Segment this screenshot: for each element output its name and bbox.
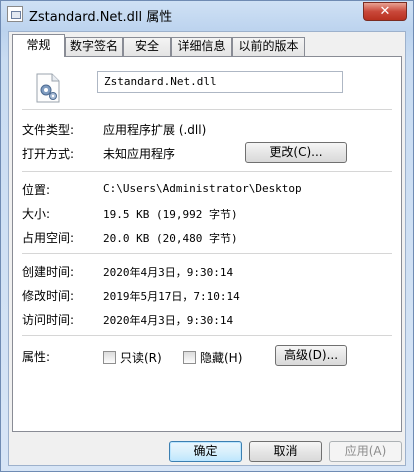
hidden-label: 隐藏(H) xyxy=(200,351,243,365)
divider xyxy=(22,109,392,110)
tab-details[interactable]: 详细信息 xyxy=(171,37,232,56)
file-name-field[interactable]: Zstandard.Net.dll xyxy=(97,71,343,93)
size-label: 大小: xyxy=(22,207,51,221)
modified-value: 2019年5月17日，7:10:14 xyxy=(103,290,240,303)
readonly-label: 只读(R) xyxy=(120,351,162,365)
window-title: Zstandard.Net.dll 属性 xyxy=(29,10,173,25)
file-type-label: 文件类型: xyxy=(22,123,75,137)
divider xyxy=(22,335,392,336)
readonly-checkbox[interactable]: 只读(R) xyxy=(103,349,162,366)
dialog-client: 常规 数字签名 安全 详细信息 以前的版本 Zstandard.Net.dll … xyxy=(8,31,406,466)
dll-gear-file-icon xyxy=(36,73,60,103)
size-on-disk-value: 20.0 KB (20,480 字节) xyxy=(103,232,238,245)
created-label: 创建时间: xyxy=(22,265,75,279)
checkbox-box[interactable] xyxy=(103,351,116,364)
location-value: C:\Users\Administrator\Desktop xyxy=(103,182,302,195)
accessed-label: 访问时间: xyxy=(22,313,75,327)
attributes-label: 属性: xyxy=(22,350,51,364)
accessed-value: 2020年4月3日，9:30:14 xyxy=(103,314,234,327)
opens-with-label: 打开方式: xyxy=(22,147,75,161)
ok-button[interactable]: 确定 xyxy=(169,441,242,462)
tab-security[interactable]: 安全 xyxy=(123,37,171,56)
change-button[interactable]: 更改(C)... xyxy=(245,142,347,163)
size-value: 19.5 KB (19,992 字节) xyxy=(103,208,238,221)
dll-file-icon xyxy=(7,6,23,22)
advanced-button[interactable]: 高级(D)... xyxy=(275,345,347,366)
modified-label: 修改时间: xyxy=(22,289,75,303)
tab-digital-signatures[interactable]: 数字签名 xyxy=(65,37,123,56)
location-label: 位置: xyxy=(22,183,51,197)
opens-with-value: 未知应用程序 xyxy=(103,147,176,161)
close-button[interactable]: ✕ xyxy=(363,2,407,21)
divider xyxy=(22,253,392,254)
created-value: 2020年4月3日，9:30:14 xyxy=(103,266,234,279)
apply-button[interactable]: 应用(A) xyxy=(329,441,402,462)
size-on-disk-label: 占用空间: xyxy=(22,231,75,245)
general-panel: Zstandard.Net.dll 文件类型: 应用程序扩展 (.dll) 打开… xyxy=(12,56,402,432)
checkbox-box[interactable] xyxy=(183,351,196,364)
tab-previous-versions[interactable]: 以前的版本 xyxy=(232,37,305,56)
properties-window: Zstandard.Net.dll 属性 ✕ 常规 数字签名 安全 详细信息 以… xyxy=(0,0,414,472)
file-type-value: 应用程序扩展 (.dll) xyxy=(103,123,207,137)
hidden-checkbox[interactable]: 隐藏(H) xyxy=(183,349,242,366)
divider xyxy=(22,171,392,172)
cancel-button[interactable]: 取消 xyxy=(249,441,322,462)
tab-general[interactable]: 常规 xyxy=(12,34,65,57)
title-bar[interactable]: Zstandard.Net.dll 属性 ✕ xyxy=(1,1,413,29)
